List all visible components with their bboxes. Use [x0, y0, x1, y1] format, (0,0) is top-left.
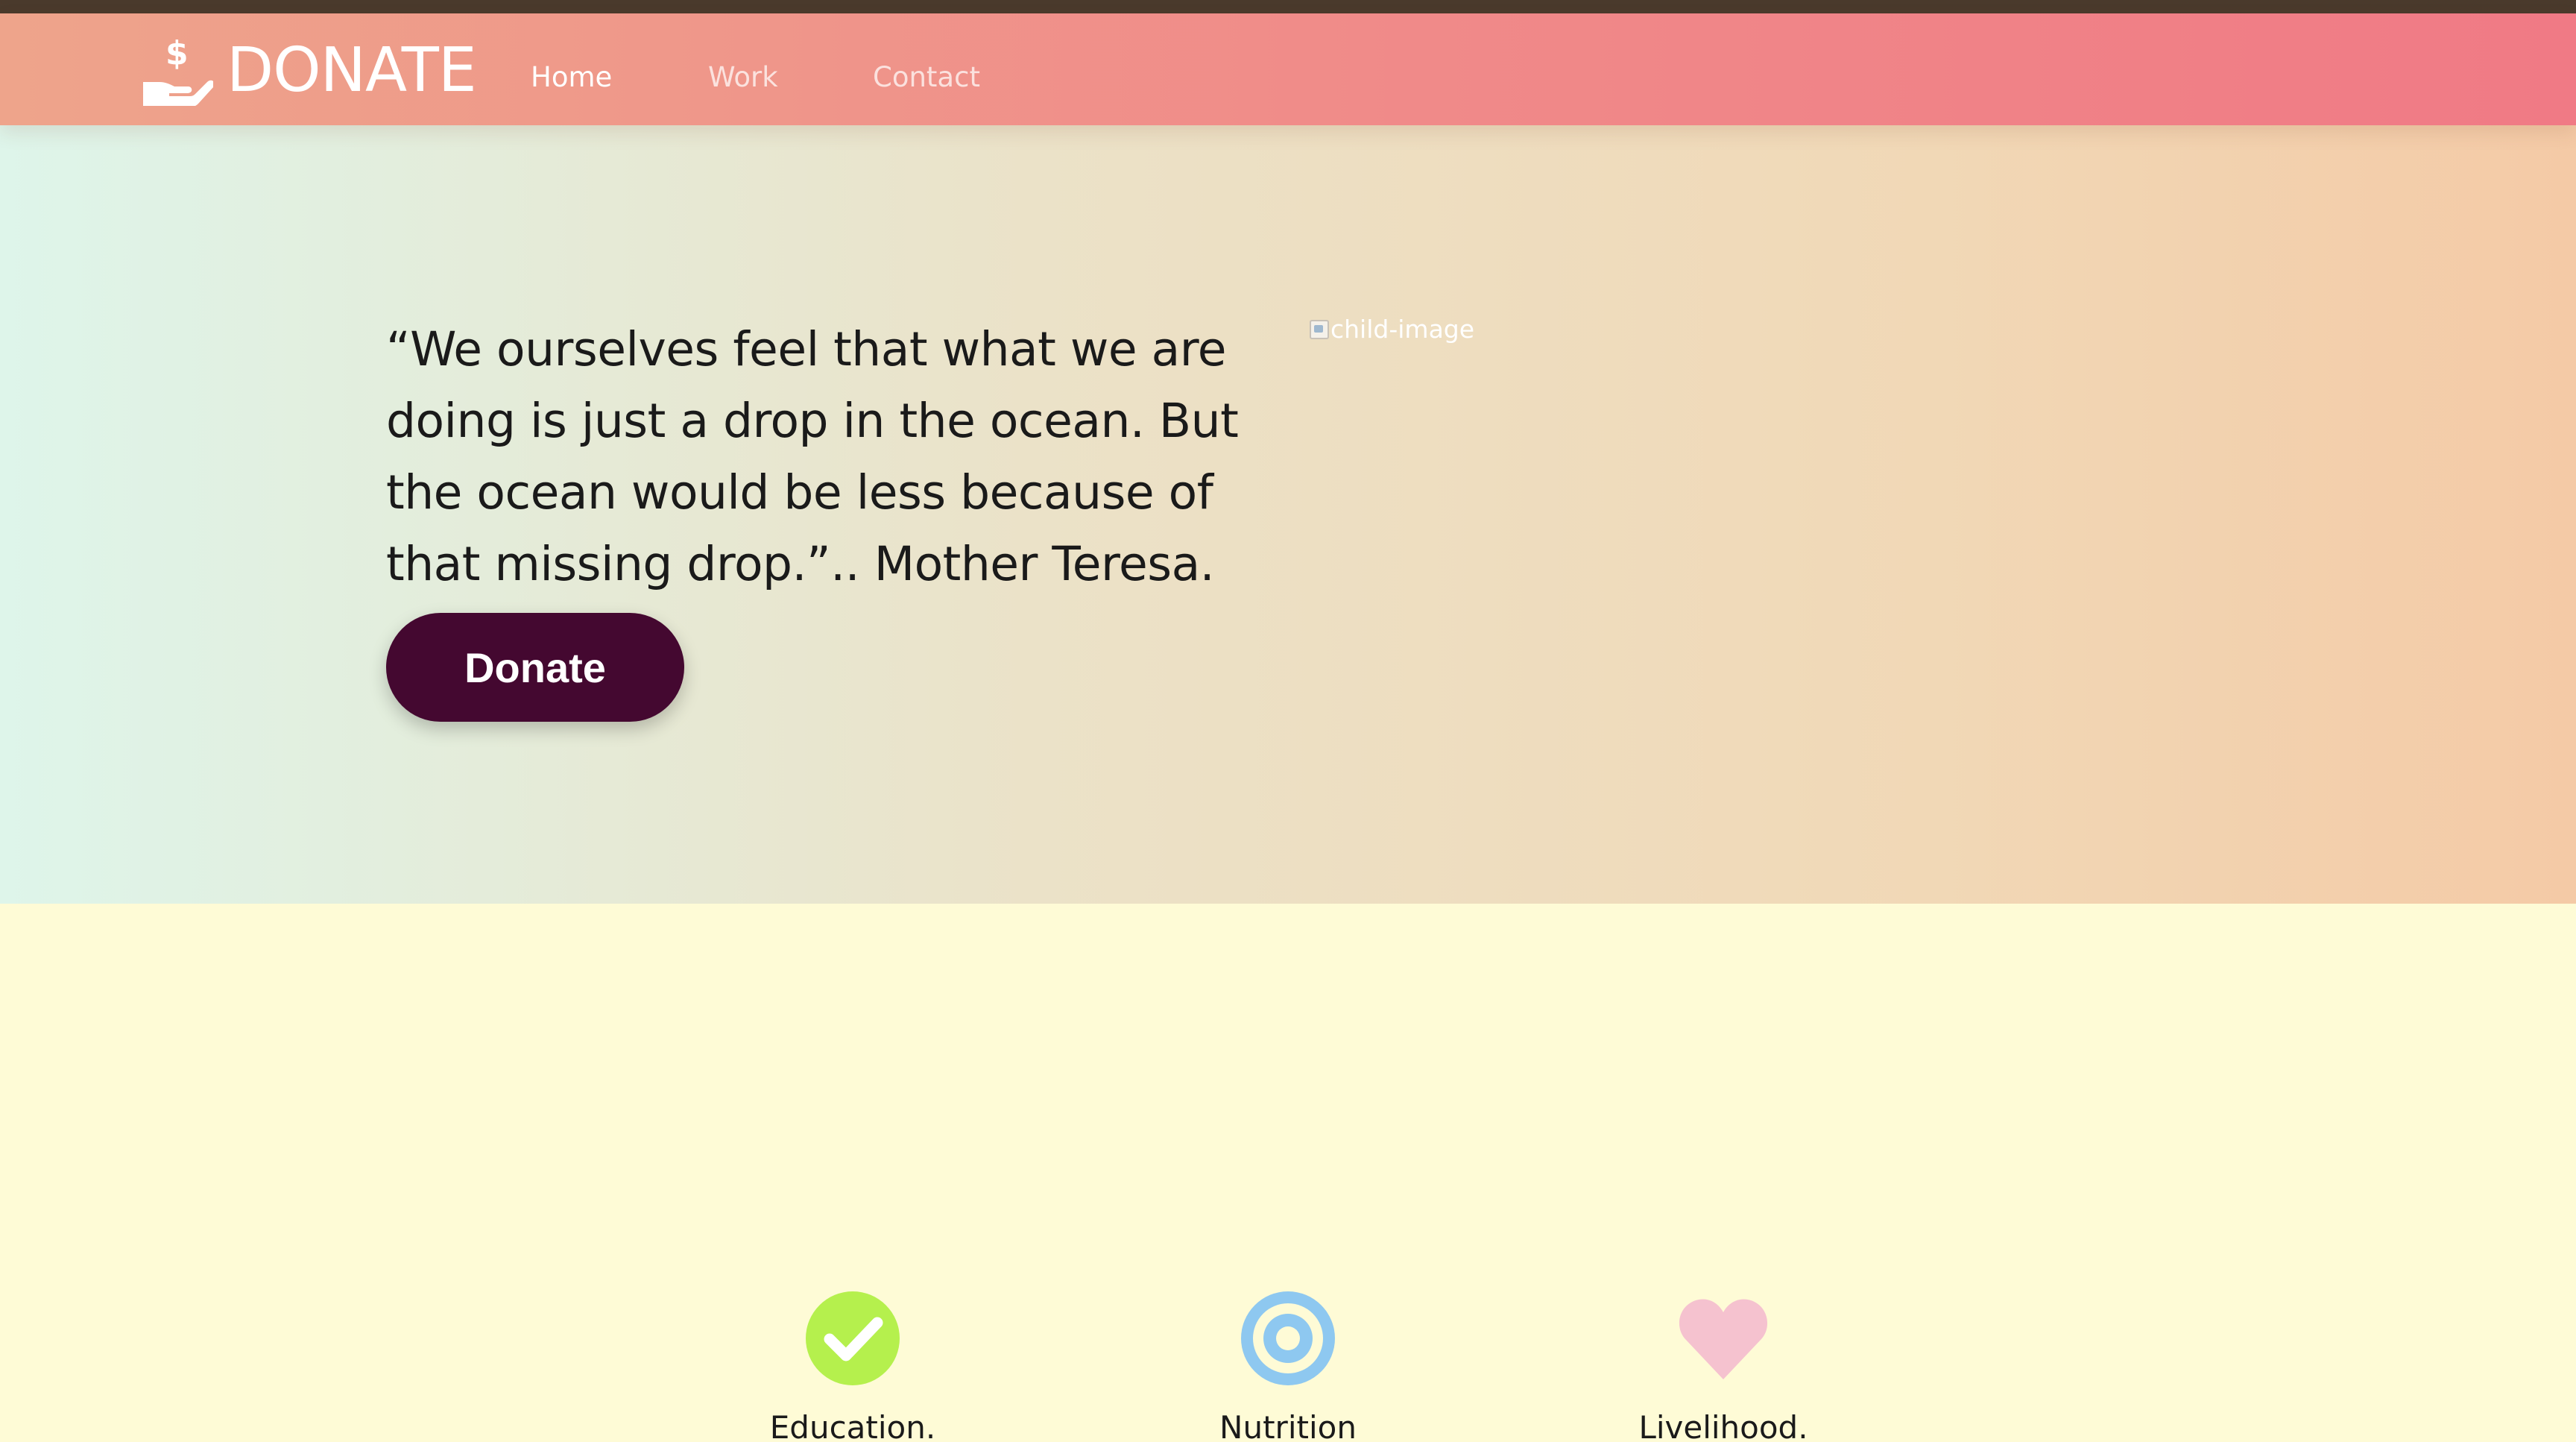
brand-name: DONATE [227, 34, 477, 106]
target-icon [1241, 1291, 1335, 1385]
nav-link-contact[interactable]: Contact [873, 61, 980, 93]
hand-dollar-icon: $ [143, 34, 213, 106]
nav-link-work[interactable]: Work [708, 61, 778, 93]
navbar: $ DONATE Home Work Contact [0, 13, 2576, 125]
feature-livelihood: Livelihood. [1574, 1290, 1872, 1442]
feature-nutrition: Nutrition [1139, 1290, 1437, 1442]
nav-link-home[interactable]: Home [531, 61, 612, 93]
svg-text:$: $ [165, 34, 189, 72]
feature-label-education: Education. [769, 1409, 936, 1442]
feature-education: Education. [704, 1290, 1002, 1442]
feature-label-nutrition: Nutrition [1219, 1409, 1357, 1442]
feature-label-livelihood: Livelihood. [1638, 1409, 1808, 1442]
child-image: child-image [1310, 315, 1474, 344]
heart-icon [1679, 1299, 1768, 1379]
donate-button[interactable]: Donate [386, 613, 684, 722]
brand-logo[interactable]: $ DONATE [140, 33, 477, 107]
check-circle-icon [806, 1291, 900, 1385]
hero-quote: “We ourselves feel that what we are doin… [386, 322, 1239, 591]
broken-image-icon [1310, 319, 1329, 339]
top-strip [0, 0, 2576, 13]
hero-section: “We ourselves feel that what we are doin… [0, 125, 2576, 904]
child-image-alt-text: child-image [1330, 315, 1475, 344]
